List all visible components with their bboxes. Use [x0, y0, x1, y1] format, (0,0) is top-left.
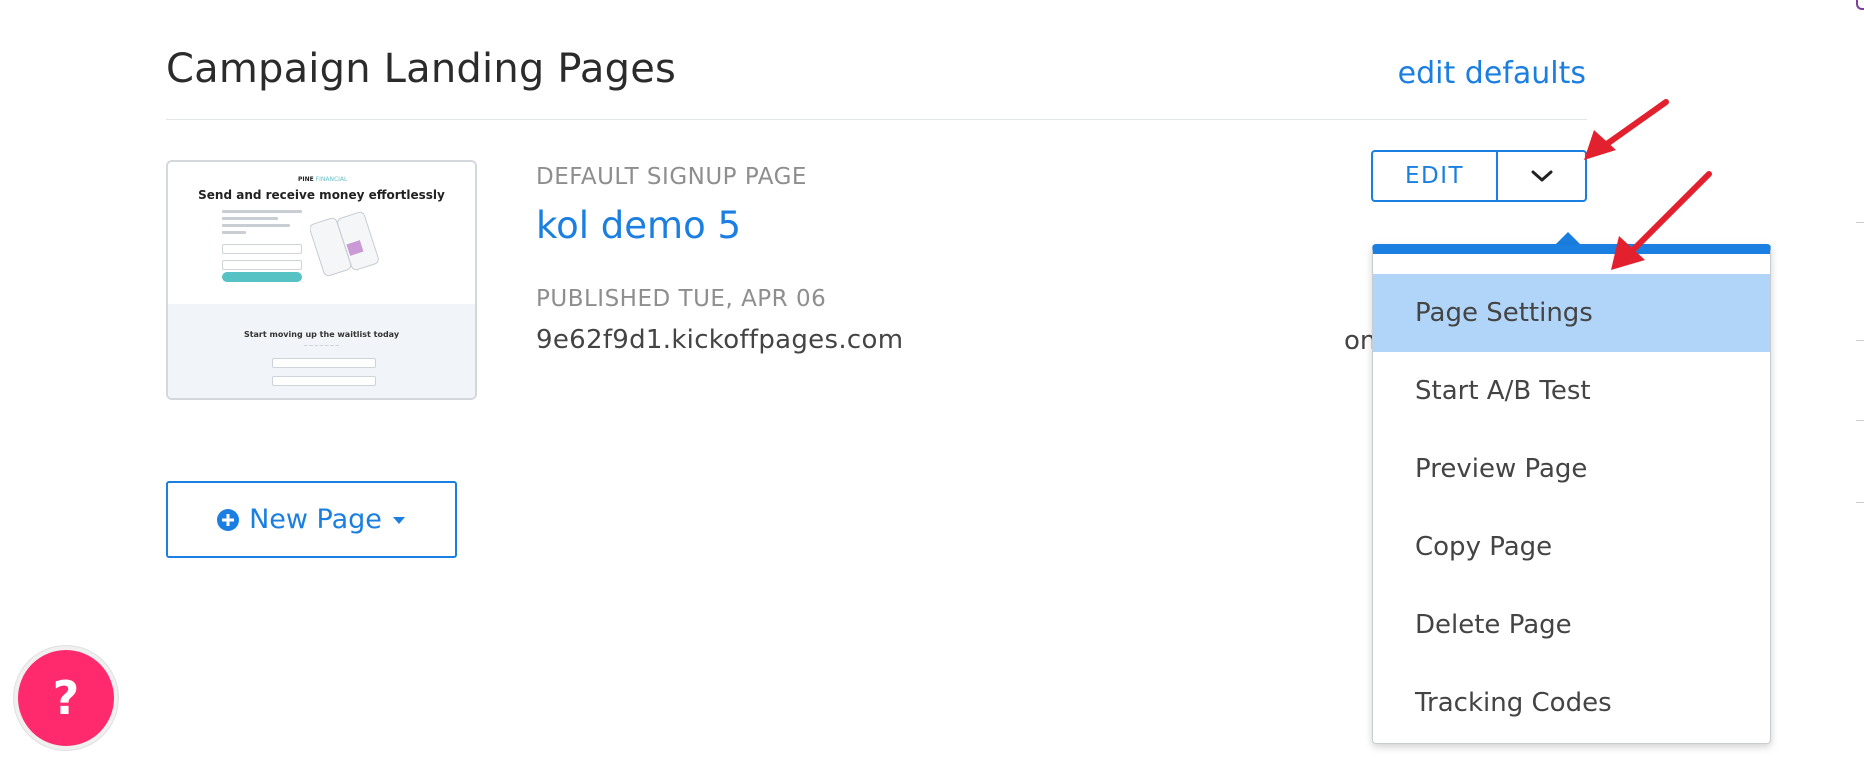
right-panel-divider: [1856, 222, 1864, 223]
thumbnail-body-text: [222, 210, 302, 238]
thumbnail-box: [272, 376, 376, 386]
thumbnail-box: [272, 358, 376, 368]
thumbnail-phones-image: [310, 211, 379, 277]
menu-item-delete-page[interactable]: Delete Page: [1373, 586, 1770, 664]
page-title: Campaign Landing Pages: [166, 46, 677, 92]
thumbnail-waitlist-subtext: — — — — — — —: [303, 343, 340, 348]
chevron-down-icon: [1531, 170, 1552, 182]
right-panel-divider: [1856, 340, 1864, 341]
menu-item-copy-page[interactable]: Copy Page: [1373, 508, 1770, 586]
plus-circle-icon: [217, 508, 240, 531]
page-type-label: DEFAULT SIGNUP PAGE: [536, 164, 807, 190]
thumbnail-waitlist-heading: Start moving up the waitlist today: [243, 330, 400, 339]
menu-item-preview-page[interactable]: Preview Page: [1373, 430, 1770, 508]
menu-item-tracking-codes[interactable]: Tracking Codes: [1373, 664, 1770, 742]
thumbnail-input: [222, 260, 302, 270]
annotation-arrow-icon: [1584, 99, 1669, 160]
thumbnail-button: [222, 272, 302, 282]
page-domain: 9e62f9d1.kickoffpages.com: [536, 325, 904, 355]
menu-item-start-ab-test[interactable]: Start A/B Test: [1373, 352, 1770, 430]
edit-button[interactable]: EDIT: [1373, 152, 1498, 200]
page-name-link[interactable]: kol demo 5: [536, 204, 741, 247]
dropdown-toggle-button[interactable]: [1498, 152, 1585, 200]
window-edge-fragment: [1856, 0, 1864, 10]
right-panel-divider: [1856, 420, 1864, 421]
published-date: PUBLISHED TUE, APR 06: [536, 286, 827, 312]
edit-defaults-link[interactable]: edit defaults: [1398, 56, 1586, 91]
thumbnail-headline: Send and receive money effortlessly: [198, 188, 445, 202]
right-panel-divider: [1856, 502, 1864, 503]
thumbnail-input: [222, 244, 302, 254]
thumbnail-brand: PINE FINANCIAL: [298, 176, 348, 183]
new-page-button[interactable]: New Page: [166, 481, 457, 558]
page-actions-menu: Page Settings Start A/B Test Preview Pag…: [1372, 244, 1771, 744]
help-button[interactable]: ?: [14, 646, 118, 750]
caret-down-icon: [392, 516, 405, 524]
header-divider: [166, 119, 1587, 120]
menu-item-page-settings[interactable]: Page Settings: [1373, 274, 1770, 352]
page-thumbnail[interactable]: PINE FINANCIAL Send and receive money ef…: [166, 160, 477, 400]
edit-button-group: EDIT: [1371, 150, 1587, 202]
thumbnail-hero-section: PINE FINANCIAL Send and receive money ef…: [168, 162, 475, 304]
new-page-label: New Page: [249, 504, 382, 535]
